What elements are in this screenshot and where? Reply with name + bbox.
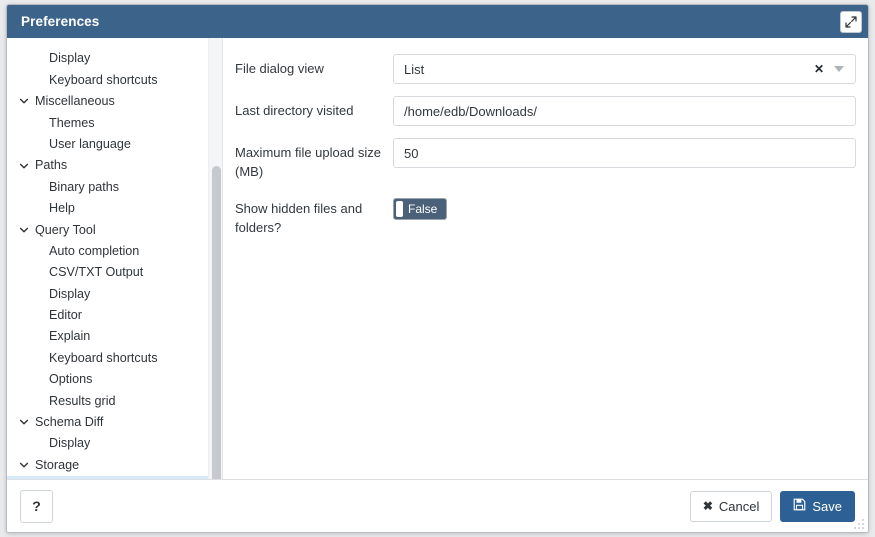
show-hidden-files-label: Show hidden files and folders? (235, 200, 363, 235)
preferences-dialog: Preferences Display Keyboard shortcuts Mis… (6, 4, 869, 533)
sidebar-scrollbar-thumb[interactable] (212, 166, 221, 479)
show-hidden-files-toggle[interactable]: False (393, 197, 448, 220)
sidebar-item-miscellaneous[interactable]: Miscellaneous (7, 91, 222, 112)
sidebar-item-label: Paths (35, 158, 68, 173)
sidebar-item-label: Display (49, 286, 91, 301)
sidebar-item-keyboard-shortcuts[interactable]: Keyboard shortcuts (7, 347, 222, 368)
sidebar-item-label: Auto completion (49, 243, 140, 258)
preferences-content-panel: File dialog view List ✕ Last directory visi… (223, 38, 868, 479)
sidebar-item-help[interactable]: Help (7, 198, 222, 219)
preferences-sidebar: Display Keyboard shortcuts Miscellaneous Th… (7, 38, 223, 479)
sidebar-item-label: Storage (35, 457, 80, 472)
file-dialog-view-value: List (404, 61, 425, 77)
sidebar-item-binary-paths[interactable]: Binary paths (7, 176, 222, 197)
help-button-label: ? (32, 498, 41, 514)
sidebar-item-label: Query Tool (35, 222, 96, 237)
last-directory-visited-input[interactable]: /home/edb/Downloads/ (393, 96, 856, 126)
form-row-last-directory-visited: Last directory visited/home/edb/Download… (235, 96, 856, 126)
sidebar-item-label: Explain (49, 329, 91, 344)
chevron-down-icon[interactable] (17, 225, 31, 235)
sidebar-item-label: Results grid (49, 393, 116, 408)
sidebar-item-label: Display (49, 51, 91, 66)
sidebar-item-display[interactable]: Display (7, 48, 222, 69)
toggle-knob (396, 200, 403, 217)
sidebar-item-paths[interactable]: Paths (7, 155, 222, 176)
sidebar-item-storage[interactable]: Storage (7, 454, 222, 475)
sidebar-item-label: User language (49, 136, 131, 151)
sidebar-item-schema-diff[interactable]: Schema Diff (7, 412, 222, 433)
sidebar-item-label: Keyboard shortcuts (49, 350, 158, 365)
form-row-show-hidden-files: Show hidden files and folders? False (235, 194, 856, 238)
file-dialog-view-label: File dialog view (235, 61, 324, 76)
sidebar-item-query-tool[interactable]: Query Tool (7, 219, 222, 240)
maximize-button[interactable] (840, 10, 862, 33)
preferences-tree: Display Keyboard shortcuts Miscellaneous Th… (7, 38, 222, 479)
save-button[interactable]: Save (780, 490, 855, 522)
sidebar-item-label: Miscellaneous (35, 94, 115, 109)
sidebar-item-display[interactable]: Display (7, 283, 222, 304)
maximum-file-upload-size-control: 50 (393, 138, 856, 168)
maximum-file-upload-size-label: Maximum file upload size (MB) (235, 145, 381, 179)
sidebar-item-label: Schema Diff (35, 415, 104, 430)
tree-item-clipped[interactable] (7, 38, 222, 48)
sidebar-item-label: Keyboard shortcuts (49, 72, 158, 87)
sidebar-item-auto-completion[interactable]: Auto completion (7, 241, 222, 262)
sidebar-item-label: Themes (49, 115, 95, 130)
sidebar-item-label: Display (49, 436, 91, 451)
save-floppy-icon (793, 498, 806, 514)
sidebar-item-label: Help (49, 201, 75, 216)
resize-grip-icon[interactable] (853, 517, 865, 529)
chevron-down-icon[interactable] (17, 96, 31, 106)
form-row-maximum-file-upload-size: Maximum file upload size (MB) 50 (235, 138, 856, 182)
cancel-button-label: Cancel (718, 498, 760, 514)
form-row-file-dialog-view: File dialog view List ✕ (235, 54, 856, 84)
file-dialog-view-select[interactable]: List ✕ (393, 54, 856, 84)
sidebar-item-label: Binary paths (49, 179, 120, 194)
dialog-titlebar: Preferences (7, 5, 868, 38)
sidebar-scrollbar-track[interactable] (208, 38, 222, 479)
file-dialog-view-control: List ✕ (393, 54, 856, 84)
dialog-title: Preferences (21, 14, 100, 29)
chevron-down-icon[interactable] (834, 66, 844, 72)
sidebar-item-options[interactable]: Options (7, 369, 222, 390)
chevron-down-icon[interactable] (17, 417, 31, 427)
last-directory-visited-label: Last directory visited (235, 103, 354, 118)
sidebar-item-options[interactable]: Options (7, 475, 222, 479)
last-directory-visited-value: /home/edb/Downloads/ (404, 103, 537, 119)
maximum-file-upload-size-input[interactable]: 50 (393, 138, 856, 168)
sidebar-item-csv-txt-output[interactable]: CSV/TXT Output (7, 262, 222, 283)
sidebar-item-display[interactable]: Display (7, 433, 222, 454)
sidebar-item-themes[interactable]: Themes (7, 112, 222, 133)
save-button-label: Save (812, 498, 842, 514)
cancel-button[interactable]: ✖ Cancel (689, 490, 773, 522)
dialog-body: Display Keyboard shortcuts Miscellaneous Th… (7, 38, 868, 480)
show-hidden-files-value: False (408, 201, 438, 216)
chevron-down-icon[interactable] (17, 161, 31, 171)
maximum-file-upload-size-value: 50 (404, 145, 419, 161)
dialog-footer: ? ✖ Cancel Save (7, 480, 868, 532)
help-button[interactable]: ? (20, 489, 53, 523)
close-icon: ✖ (702, 499, 713, 513)
chevron-down-icon[interactable] (17, 460, 31, 470)
show-hidden-files-control: False (393, 194, 856, 222)
sidebar-item-explain[interactable]: Explain (7, 326, 222, 347)
sidebar-item-label: CSV/TXT Output (49, 265, 144, 280)
clear-icon[interactable]: ✕ (806, 63, 832, 75)
sidebar-item-label: Options (49, 372, 93, 387)
last-directory-visited-control: /home/edb/Downloads/ (393, 96, 856, 126)
sidebar-item-editor[interactable]: Editor (7, 305, 222, 326)
sidebar-item-user-language[interactable]: User language (7, 134, 222, 155)
sidebar-item-results-grid[interactable]: Results grid (7, 390, 222, 411)
sidebar-item-keyboard-shortcuts[interactable]: Keyboard shortcuts (7, 69, 222, 90)
maximize-icon (845, 15, 857, 28)
sidebar-item-label: Editor (49, 308, 82, 323)
